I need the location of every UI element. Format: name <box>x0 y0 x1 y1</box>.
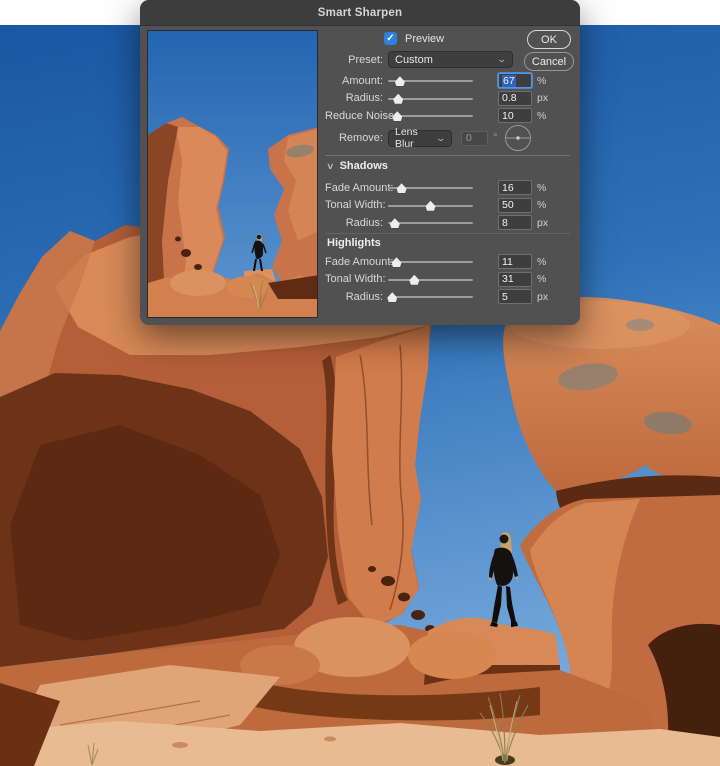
slider-label: Tonal Width: <box>325 273 386 286</box>
value-field[interactable]: 8 <box>498 215 532 231</box>
preview-thumbnail[interactable] <box>147 30 318 318</box>
remove-value: Lens Blur <box>395 126 418 150</box>
dialog-titlebar[interactable]: Smart Sharpen <box>140 0 580 26</box>
value-field[interactable]: 0.8 <box>498 90 532 106</box>
slider-thumb[interactable] <box>425 200 436 211</box>
slider-track[interactable] <box>388 274 473 285</box>
slider-thumb[interactable] <box>396 183 407 194</box>
remove-label: Remove: <box>338 132 383 144</box>
shadows-header-label: Shadows <box>339 160 388 172</box>
slider-label: Radius: <box>345 92 383 105</box>
field-value: 16 <box>502 181 514 194</box>
slider-thumb[interactable] <box>409 274 420 285</box>
slider-thumb[interactable] <box>391 257 402 268</box>
chevron-down-icon: ⌄ <box>435 132 447 143</box>
field-value: 67 <box>502 74 516 87</box>
preset-value: Custom <box>395 53 433 66</box>
field-value: 0.8 <box>502 92 517 105</box>
preview-checkbox-row: ✓ Preview <box>384 32 444 45</box>
remove-row: Remove: Lens Blur ⌄ 0 ° <box>325 124 532 152</box>
section-divider <box>325 155 570 156</box>
slider-thumb[interactable] <box>393 93 404 104</box>
unit-label: % <box>537 199 547 212</box>
ok-button[interactable]: OK <box>527 30 571 49</box>
remove-dropdown[interactable]: Lens Blur ⌄ <box>388 126 452 150</box>
value-field[interactable]: 10 <box>498 108 532 124</box>
angle-field[interactable]: 0 <box>461 130 488 146</box>
disclosure-chevron-icon[interactable]: ∨ <box>326 161 335 172</box>
slider-label: Fade Amount: <box>325 255 394 268</box>
slider-thumb[interactable] <box>394 76 405 87</box>
field-value: 11 <box>502 255 513 268</box>
value-field[interactable]: 5 <box>498 289 532 305</box>
field-value: 50 <box>502 199 514 212</box>
slider-label: Amount: <box>342 74 383 87</box>
checkbox-check-icon: ✓ <box>386 33 395 44</box>
unit-label: % <box>537 273 547 286</box>
preview-image <box>148 31 317 317</box>
section-divider <box>325 233 570 234</box>
unit-label: % <box>537 181 547 194</box>
preset-dropdown[interactable]: Custom ⌄ <box>388 51 513 68</box>
angle-value: 0 <box>466 132 472 144</box>
slider-track[interactable] <box>388 200 473 211</box>
degree-unit: ° <box>493 132 498 144</box>
value-field[interactable]: 11 <box>498 254 532 270</box>
value-field[interactable]: 31 <box>498 271 532 287</box>
preset-row: Preset: Custom ⌄ <box>325 51 513 68</box>
slider-track[interactable] <box>388 93 473 104</box>
preview-checkbox-label: Preview <box>405 32 445 45</box>
field-value: 10 <box>502 109 514 122</box>
slider-label: Fade Amount: <box>325 181 394 194</box>
slider-label: Reduce Noise: <box>325 109 398 122</box>
highlights-header-label: Highlights <box>327 237 381 249</box>
main-sliders-group: Amount: 67 % Radius: 0.8 px Reduce Noise… <box>325 72 556 125</box>
chevron-down-icon: ⌄ <box>496 54 508 64</box>
slider-thumb[interactable] <box>392 111 403 122</box>
field-value: 31 <box>502 273 514 286</box>
slider-label: Radius: <box>345 216 383 229</box>
value-field[interactable]: 50 <box>498 197 532 213</box>
slider-track[interactable] <box>388 217 473 229</box>
smart-sharpen-dialog: Smart Sharpen OK Cancel ✓ Preview Preset… <box>140 0 580 325</box>
unit-label: px <box>537 216 549 229</box>
unit-label: % <box>537 74 547 87</box>
field-value: 8 <box>502 216 508 229</box>
highlights-sliders-group: Fade Amount: 11 % Tonal Width: 31 % Radi… <box>325 253 556 306</box>
slider-track[interactable] <box>388 75 473 87</box>
cancel-button[interactable]: Cancel <box>524 52 574 71</box>
field-value: 5 <box>502 290 508 303</box>
shadows-sliders-group: Fade Amount: 16 % Tonal Width: 50 % Radi… <box>325 179 556 232</box>
dialog-title: Smart Sharpen <box>317 6 403 19</box>
unit-label: % <box>537 109 547 122</box>
value-field[interactable]: 67 <box>498 73 532 89</box>
slider-thumb[interactable] <box>389 218 400 229</box>
unit-label: px <box>537 92 549 105</box>
shadows-header[interactable]: ∨ Shadows <box>326 160 388 172</box>
value-field[interactable]: 16 <box>498 180 532 196</box>
slider-track[interactable] <box>388 110 473 122</box>
preset-label: Preset: <box>348 53 383 66</box>
preview-checkbox[interactable]: ✓ <box>384 32 397 45</box>
unit-label: % <box>537 255 547 268</box>
slider-track[interactable] <box>387 291 473 303</box>
slider-thumb[interactable] <box>387 292 398 303</box>
unit-label: px <box>537 290 549 303</box>
slider-track[interactable] <box>388 256 473 268</box>
slider-track[interactable] <box>388 182 473 194</box>
angle-dial[interactable] <box>504 124 532 152</box>
highlights-header[interactable]: Highlights <box>327 237 381 249</box>
slider-label: Tonal Width: <box>325 199 386 212</box>
slider-label: Radius: <box>345 290 383 303</box>
